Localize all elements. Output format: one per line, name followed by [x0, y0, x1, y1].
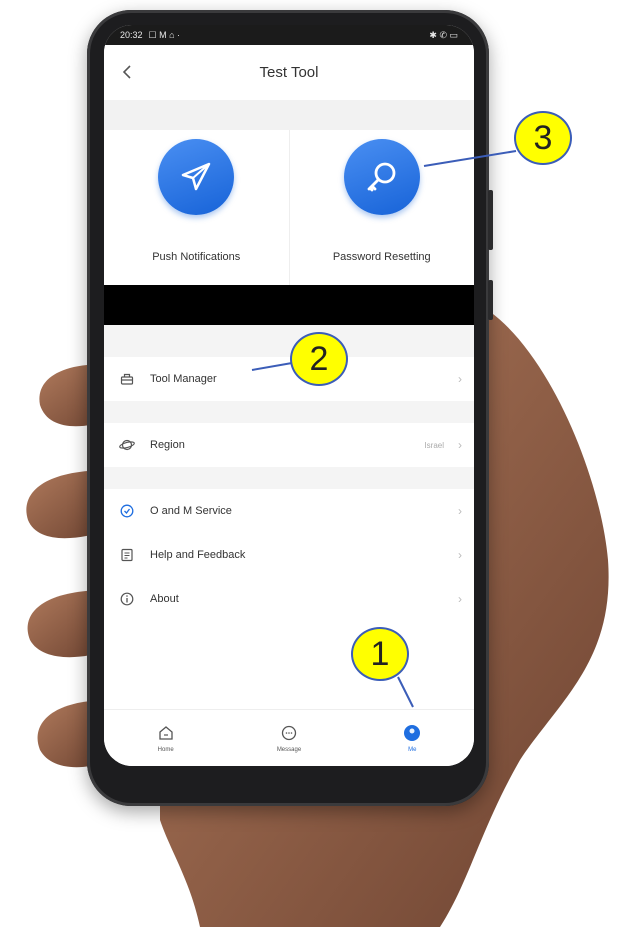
- settings-menu: Tool Manager › Region Israel › O and M S…: [104, 357, 474, 621]
- group-separator: [104, 401, 474, 423]
- chevron-right-icon: ›: [458, 504, 462, 518]
- tab-label: Home: [157, 746, 174, 753]
- navigation-bar: Test Tool: [104, 45, 474, 100]
- toolbox-icon: [118, 370, 136, 388]
- planet-icon: [118, 436, 136, 454]
- tab-home[interactable]: Home: [104, 710, 227, 766]
- me-icon: [403, 724, 421, 742]
- menu-item-region[interactable]: Region Israel ›: [104, 423, 474, 467]
- menu-item-label: About: [150, 593, 179, 605]
- tile-label: Password Resetting: [332, 251, 431, 263]
- tile-push-notifications[interactable]: Push Notifications: [104, 130, 289, 285]
- tab-label: Me: [408, 746, 417, 753]
- menu-item-tool-manager[interactable]: Tool Manager ›: [104, 357, 474, 401]
- section-gap: [104, 100, 474, 130]
- power-button: [488, 280, 493, 320]
- callout-1: 1: [351, 627, 409, 681]
- phone-screen: 20:32 ☐ M ⌂ · ✱ ✆ ▭ Test Tool Push Notif…: [104, 25, 474, 766]
- menu-item-label: Help and Feedback: [150, 549, 246, 561]
- menu-item-label: O and M Service: [150, 505, 232, 517]
- status-right-icons: ✱ ✆ ▭: [429, 29, 458, 40]
- status-left-icons: ☐ M ⌂ ·: [148, 29, 181, 40]
- menu-item-help-feedback[interactable]: Help and Feedback ›: [104, 533, 474, 577]
- menu-item-label: Region: [150, 439, 185, 451]
- status-time: 20:32: [120, 30, 143, 40]
- tab-label: Message: [276, 746, 302, 753]
- volume-button: [488, 190, 493, 250]
- menu-item-om-service[interactable]: O and M Service ›: [104, 489, 474, 533]
- service-icon: [118, 502, 136, 520]
- bottom-tab-bar: Home Message Me: [104, 709, 474, 766]
- feedback-icon: [118, 546, 136, 564]
- tile-label: Push Notifications: [152, 251, 241, 263]
- paper-plane-icon: [158, 139, 235, 215]
- page-title: Test Tool: [259, 64, 319, 81]
- redaction-bar: [104, 285, 474, 325]
- tab-me[interactable]: Me: [351, 710, 474, 766]
- section-gap: [104, 325, 474, 357]
- chevron-right-icon: ›: [458, 548, 462, 562]
- info-icon: [118, 590, 136, 608]
- key-icon: [343, 139, 420, 215]
- region-value: Israel: [424, 440, 444, 450]
- chevron-right-icon: ›: [458, 372, 462, 386]
- callout-3: 3: [514, 111, 572, 165]
- tab-message[interactable]: Message: [227, 710, 350, 766]
- group-separator: [104, 467, 474, 489]
- callout-2: 2: [290, 332, 348, 386]
- message-icon: [280, 724, 298, 742]
- home-icon: [157, 724, 175, 742]
- status-bar: 20:32 ☐ M ⌂ · ✱ ✆ ▭: [104, 25, 474, 45]
- menu-item-about[interactable]: About ›: [104, 577, 474, 621]
- quick-tools: Push Notifications Password Resetting: [104, 130, 474, 285]
- tile-password-resetting[interactable]: Password Resetting: [288, 130, 475, 285]
- chevron-right-icon: ›: [458, 438, 462, 452]
- chevron-right-icon: ›: [458, 592, 462, 606]
